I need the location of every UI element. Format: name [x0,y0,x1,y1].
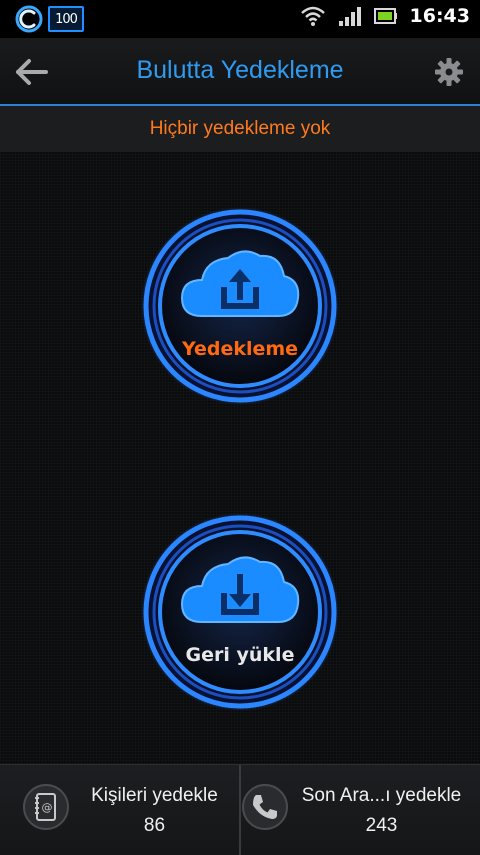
app-logo-icon [15,5,43,33]
wifi-icon [300,6,325,26]
backup-contacts-button[interactable]: @ Kişileri yedekle 86 [0,765,239,855]
app-header: Bulutta Yedekleme [0,38,480,104]
battery-percent-badge: 100 [48,6,84,32]
backup-label: Yedekleme [181,338,299,360]
battery-icon [373,8,397,24]
signal-icon [338,7,361,26]
gear-icon[interactable] [434,57,464,87]
status-right: 16:43 [300,5,470,27]
svg-text:@: @ [42,801,53,814]
backup-button[interactable]: Yedekleme [140,206,340,406]
phone-icon [242,784,288,830]
clock: 16:43 [409,5,470,27]
calls-count: 243 [365,815,398,836]
restore-label: Geri yükle [185,644,295,666]
main-area: Yedekleme Geri yükle [0,152,480,764]
bottom-bar: @ Kişileri yedekle 86 Son Ara...ı yedekl… [0,764,480,855]
calls-label: Son Ara...ı yedekle [301,785,462,806]
contacts-label: Kişileri yedekle [91,785,218,806]
status-message: Hiçbir yedekleme yok [149,118,331,139]
backup-ring [141,207,339,405]
restore-button[interactable]: Geri yükle [140,512,340,712]
address-book-icon: @ [23,784,69,830]
restore-ring [141,513,339,711]
status-bar: 100 16:43 [0,0,480,38]
status-band: Hiçbir yedekleme yok [0,106,480,153]
contacts-count: 86 [143,815,166,836]
backup-calls-button[interactable]: Son Ara...ı yedekle 243 [241,765,480,855]
page-title: Bulutta Yedekleme [136,56,344,84]
status-left: 100 [14,4,84,34]
